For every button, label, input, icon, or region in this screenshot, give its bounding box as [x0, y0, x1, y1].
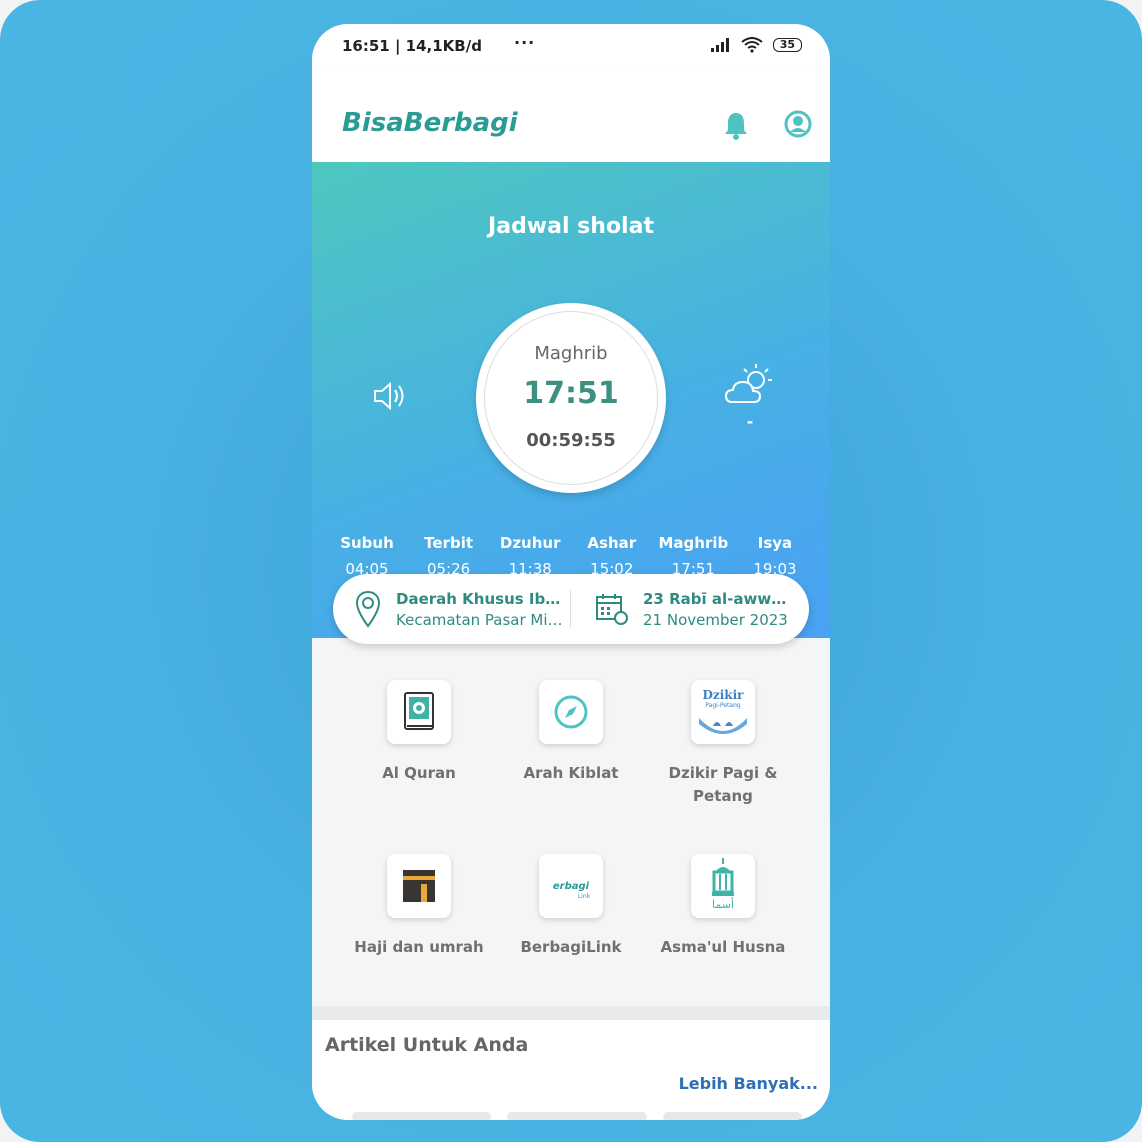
compass-icon — [554, 695, 588, 729]
current-prayer-name: Maghrib — [534, 343, 608, 364]
articles-title: Artikel Untuk Anda — [325, 1034, 529, 1056]
prayer-time-subuh: Subuh 04:05 — [327, 534, 407, 578]
menu-label: Al Quran — [382, 764, 456, 782]
location-date-card[interactable]: Daerah Khusus Ibukota Jakarta Kecamatan … — [333, 574, 809, 644]
prayer-label: Subuh — [340, 534, 394, 552]
article-thumbnails — [352, 1112, 802, 1120]
location-pin-icon — [355, 590, 381, 628]
battery-indicator: 35 — [772, 38, 802, 52]
status-time: 16:51 | 14,1KB/d — [342, 37, 482, 55]
status-dots: ··· — [514, 33, 536, 52]
menu-tile[interactable]: أسما — [691, 854, 755, 918]
wifi-icon — [741, 37, 763, 53]
menu-tile[interactable] — [387, 854, 451, 918]
info-divider — [570, 590, 571, 628]
background-canvas: 16:51 | 14,1KB/d ··· 35 BisaBerbagi Jadw… — [0, 0, 1142, 1142]
weather-value: - — [746, 412, 754, 431]
menu-item-berbagilink[interactable]: erbagi Link BerbagiLink — [501, 854, 641, 959]
article-thumbnail[interactable] — [662, 1112, 802, 1120]
menu-label: Arah Kiblat — [523, 764, 619, 782]
weather-cloud-sun-icon — [724, 364, 772, 403]
current-prayer-circle: Maghrib 17:51 00:59:55 — [476, 303, 666, 493]
menu-label: BerbagiLink — [520, 938, 622, 956]
section-divider — [312, 1006, 830, 1020]
prayer-label: Maghrib — [658, 534, 729, 552]
menu-item-haji-umrah[interactable]: Haji dan umrah — [349, 854, 489, 959]
status-icons: 35 — [710, 37, 802, 53]
prayer-label: Isya — [757, 534, 793, 552]
prayer-times-row: Subuh 04:05 Terbit 05:26 Dzuhur 11:38 As… — [327, 534, 815, 578]
prayer-time-ashar: Ashar 15:02 — [572, 534, 652, 578]
prayer-label: Dzuhur — [499, 534, 561, 552]
menu-tile[interactable] — [539, 680, 603, 744]
more-articles-link[interactable]: Lebih Banyak... — [679, 1074, 818, 1093]
mosque-skyline-icon — [699, 718, 747, 734]
app-logo: BisaBerbagi — [342, 108, 518, 138]
status-bar: 16:51 | 14,1KB/d ··· 35 — [312, 24, 830, 68]
menu-item-arah-kiblat[interactable]: Arah Kiblat — [501, 680, 641, 785]
hijri-date: 23 Rabī al-awwal 1445 — [643, 590, 793, 608]
calendar-icon — [596, 594, 628, 625]
berbagilink-icon-text: erbagi — [552, 881, 590, 892]
bell-icon[interactable] — [722, 110, 750, 140]
prayer-time-terbit: Terbit 05:26 — [409, 534, 489, 578]
prayer-label: Terbit — [424, 534, 474, 552]
phone-screen: 16:51 | 14,1KB/d ··· 35 BisaBerbagi Jadw… — [312, 24, 830, 1120]
menu-item-dzikir[interactable]: Dzikir Pagi-Petang Dzikir Pagi & Petang — [653, 680, 793, 808]
speaker-icon[interactable] — [372, 380, 410, 412]
prayer-label: Ashar — [587, 534, 637, 552]
prayer-schedule-hero: Jadwal sholat Maghrib 17:51 00:59:55 - S… — [312, 162, 830, 638]
location-district: Kecamatan Pasar Minggu — [396, 611, 568, 629]
menu-label: Dzikir Pagi & Petang — [668, 764, 778, 805]
menu-label: Haji dan umrah — [354, 938, 484, 956]
location-region: Daerah Khusus Ibukota Jakarta — [396, 590, 568, 608]
menu-tile[interactable]: erbagi Link — [539, 854, 603, 918]
menu-tile[interactable]: Dzikir Pagi-Petang — [691, 680, 755, 744]
berbagilink-icon-subtext: Link — [577, 893, 591, 900]
quran-book-icon — [404, 692, 434, 730]
prayer-time-maghrib: Maghrib 17:51 — [653, 534, 733, 578]
current-prayer-time: 17:51 — [523, 376, 619, 411]
prayer-time-dzuhur: Dzuhur 11:38 — [490, 534, 570, 578]
kaaba-icon — [403, 870, 435, 902]
berbagilink-icon: erbagi Link — [539, 874, 603, 900]
prayer-countdown: 00:59:55 — [526, 430, 616, 451]
prayer-time-isya: Isya 19:03 — [735, 534, 815, 578]
signal-icon — [710, 38, 729, 52]
gregorian-date: 21 November 2023 — [643, 611, 788, 629]
menu-label: Asma'ul Husna — [660, 938, 786, 956]
profile-icon[interactable] — [784, 110, 812, 138]
asma-icon-text: أسما — [712, 898, 734, 911]
menu-tile[interactable] — [387, 680, 451, 744]
article-thumbnail[interactable] — [352, 1112, 492, 1120]
articles-section: Artikel Untuk Anda Lebih Banyak... — [312, 1020, 830, 1120]
app-header: BisaBerbagi — [312, 68, 830, 162]
hero-title: Jadwal sholat — [488, 214, 654, 239]
menu-item-asmaul-husna[interactable]: أسما Asma'ul Husna — [653, 854, 793, 959]
menu-item-al-quran[interactable]: Al Quran — [349, 680, 489, 785]
article-thumbnail[interactable] — [507, 1112, 647, 1120]
